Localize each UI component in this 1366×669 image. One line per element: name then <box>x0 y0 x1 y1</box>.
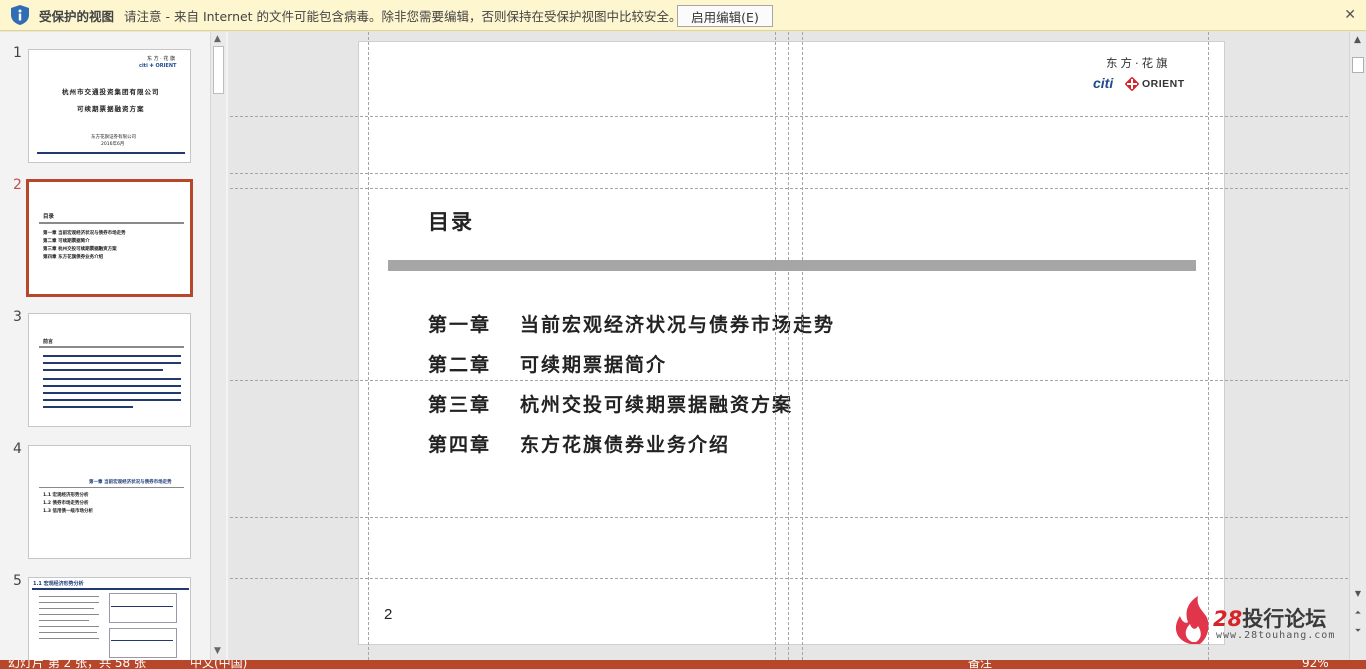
main-scrollbar[interactable]: ▲ ▼ ⏶ ⏷ <box>1349 32 1366 660</box>
thumb-line: 2016年6月 <box>101 142 125 147</box>
toc-text: 东方花旗债券业务介绍 <box>520 434 731 456</box>
toc-chapter: 第三章 <box>428 394 492 416</box>
thumb-heading: 第一章 当前宏观经济状况与债券市场走势 <box>89 480 172 485</box>
scroll-down-icon[interactable]: ▼ <box>214 646 221 656</box>
citi-logo: citi <box>1093 75 1114 91</box>
thumb-title: 前言 <box>43 339 54 345</box>
thumb-divider <box>39 222 184 224</box>
thumb-toc-item: 第二章 可续期票据简介 <box>43 239 90 244</box>
thumb-title: 目录 <box>43 214 55 220</box>
shield-icon <box>11 5 29 25</box>
toc-chapter: 第一章 <box>428 314 492 336</box>
thumb-number: 3 <box>13 309 22 325</box>
thumb-item: 1.3 信用债一级市场分析 <box>43 509 94 514</box>
thumb-line: 杭州市交通投资集团有限公司 <box>62 88 160 96</box>
protected-view-bar: 受保护的视图 请注意 - 来自 Internet 的文件可能包含病毒。除非您需要… <box>0 0 1366 31</box>
guide-line[interactable] <box>775 32 776 660</box>
slide-title[interactable]: 目录 <box>428 206 474 236</box>
powerpoint-window: 受保护的视图 请注意 - 来自 Internet 的文件可能包含病毒。除非您需要… <box>0 0 1366 669</box>
enable-editing-button[interactable]: 启用编辑(E) <box>677 5 773 27</box>
scrollbar-thumb[interactable] <box>213 46 224 94</box>
close-icon[interactable]: ✕ <box>1344 7 1356 23</box>
thumb-toc-item: 第三章 杭州交投可续期票据融资方案 <box>43 247 117 252</box>
slide-thumbnail-2[interactable]: 目录 第一章 当前宏观经济状况与债券市场走势 第二章 可续期票据简介 第三章 杭… <box>26 179 193 297</box>
guide-line[interactable] <box>802 32 803 660</box>
guide-line[interactable] <box>1208 32 1209 660</box>
current-slide: 东方·花旗 citi ORIENT 目录 第一章 当前宏观经济状况与债券市场走势 … <box>358 41 1225 645</box>
guide-line[interactable] <box>230 116 1348 117</box>
scroll-down-icon[interactable]: ▼ <box>1352 588 1364 600</box>
logo-chinese: 东方·花旗 <box>1106 56 1171 70</box>
toc-chapter: 第二章 <box>428 354 492 376</box>
scroll-up-icon[interactable]: ▲ <box>214 34 221 44</box>
notes-button[interactable]: 备注 <box>968 660 992 669</box>
thumb-divider <box>39 487 184 488</box>
guide-line[interactable] <box>230 517 1348 518</box>
forum-title: 投行论坛 <box>1242 607 1327 631</box>
thumb-toc-item: 第四章 东方花旗债券业务介绍 <box>43 255 104 260</box>
thumb-number: 1 <box>13 45 22 61</box>
slide-thumbnail-3[interactable]: 前言 <box>28 313 191 427</box>
scrollbar-thumb[interactable] <box>1352 57 1364 73</box>
thumb-line: 可续期票据融资方案 <box>77 105 145 113</box>
thumb-item: 1.2 债券市场走势分析 <box>43 501 89 506</box>
forum-name: 28投行论坛 <box>1213 603 1326 633</box>
slide-thumbnails-pane: 1 东 方 · 花 旗 citi ✚ ORIENT 杭州市交通投资集团有限公司 … <box>0 32 228 660</box>
thumb-number: 5 <box>13 573 22 589</box>
toc-item-1[interactable]: 第一章 当前宏观经济状况与债券市场走势 <box>428 310 835 337</box>
thumb-item: 1.1 宏观经济形势分析 <box>43 493 89 498</box>
thumb-divider <box>37 152 185 154</box>
language-status[interactable]: 中文(中国) <box>190 660 247 669</box>
scroll-up-icon[interactable]: ▲ <box>1354 35 1361 45</box>
title-divider-bar <box>388 260 1196 271</box>
orient-cross-icon <box>1125 77 1139 91</box>
slide-thumbnail-5[interactable]: 1.1 宏观经济形势分析 <box>28 577 191 660</box>
thumb-logo: 东 方 · 花 旗 <box>147 56 175 62</box>
thumb-toc-item: 第一章 当前宏观经济状况与债券市场走势 <box>43 231 126 236</box>
guide-line[interactable] <box>230 380 1348 381</box>
toc-item-3[interactable]: 第三章 杭州交投可续期票据融资方案 <box>428 390 793 417</box>
slide-editor: 东方·花旗 citi ORIENT 目录 第一章 当前宏观经济状况与债券市场走势 … <box>230 32 1348 660</box>
toc-text: 可续期票据简介 <box>520 354 668 376</box>
protected-view-title: 受保护的视图 <box>39 8 115 24</box>
zoom-level[interactable]: 92% <box>1302 660 1329 669</box>
guide-line[interactable] <box>230 188 1348 189</box>
guide-line[interactable] <box>230 578 1348 579</box>
guide-line[interactable] <box>368 32 369 660</box>
thumbnails-scrollbar[interactable]: ▲ ▼ <box>210 32 226 660</box>
status-bar: 幻灯片 第 2 张，共 58 张 中文(中国) 备注 92% <box>0 660 1366 669</box>
forum-number: 28 <box>1213 607 1243 631</box>
thumb-heading: 1.1 宏观经济形势分析 <box>33 581 84 587</box>
forum-url: www.28touhang.com <box>1216 630 1336 641</box>
thumb-chart <box>109 628 177 658</box>
next-slide-icon[interactable]: ⏷ <box>1352 625 1364 637</box>
protected-view-message: 请注意 - 来自 Internet 的文件可能包含病毒。除非您需要编辑，否则保持… <box>124 8 682 24</box>
toc-item-2[interactable]: 第二章 可续期票据简介 <box>428 350 667 377</box>
thumb-number: 2 <box>13 177 22 193</box>
thumb-number: 4 <box>13 441 22 457</box>
thumb-divider <box>32 588 189 590</box>
toc-item-4[interactable]: 第四章 东方花旗债券业务介绍 <box>428 430 730 457</box>
toc-chapter: 第四章 <box>428 434 492 456</box>
thumb-line: 东方花旗证券有限公司 <box>91 135 136 140</box>
previous-slide-icon[interactable]: ⏶ <box>1352 607 1364 619</box>
thumb-divider <box>39 346 184 348</box>
thumb-logo-brand: citi ✚ ORIENT <box>139 63 177 69</box>
thumb-chart <box>109 593 177 623</box>
guide-line[interactable] <box>230 173 1348 174</box>
slide-thumbnail-4[interactable]: 第一章 当前宏观经济状况与债券市场走势 1.1 宏观经济形势分析 1.2 债券市… <box>28 445 191 559</box>
orient-logo: ORIENT <box>1142 78 1185 90</box>
guide-line[interactable] <box>788 32 789 660</box>
toc-text: 杭州交投可续期票据融资方案 <box>520 394 794 416</box>
slide-page-number: 2 <box>384 606 393 623</box>
slide-thumbnail-1[interactable]: 东 方 · 花 旗 citi ✚ ORIENT 杭州市交通投资集团有限公司 可续… <box>28 49 191 163</box>
slide-count-status: 幻灯片 第 2 张，共 58 张 <box>8 660 146 669</box>
